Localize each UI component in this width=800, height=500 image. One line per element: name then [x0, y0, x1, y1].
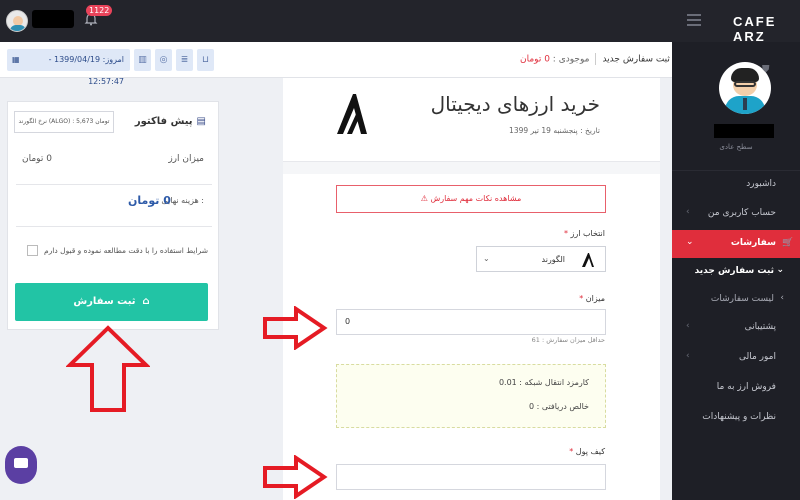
- top-bar: 1122 CAFE ARZ: [0, 0, 800, 44]
- required-mark: *: [563, 229, 568, 238]
- balance-label: موجودی :: [552, 54, 590, 65]
- chevron-left-icon: ‹: [686, 321, 690, 331]
- divider: [16, 184, 212, 185]
- currency-select[interactable]: الگورند ⌄: [476, 246, 606, 272]
- submit-order-label: ثبت سفارش: [73, 296, 136, 307]
- chevron-down-icon: ⌄: [483, 254, 490, 263]
- terms-checkbox[interactable]: [27, 245, 39, 256]
- sidebar-subitem-label: لیست سفارشات: [710, 294, 774, 304]
- toolbar: ▦ امروز: 1399/04/19 - 12:57:47 ▥ ◎ ≣ ⊔ ث…: [0, 42, 672, 86]
- balance-display: موجودی : 0 تومان: [520, 55, 589, 65]
- page-title: خرید ارزهای دیجیتال: [430, 92, 600, 116]
- final-cost-value: 0 تومان: [128, 194, 171, 207]
- sidebar-subitem-new-order[interactable]: ⌄ ثبت سفارش جدید: [672, 259, 800, 285]
- sidebar-item-label: نظرات و پیشنهادات: [702, 412, 776, 422]
- min-order-hint: حداقل میزان سفارش : 61: [531, 336, 605, 344]
- stack-icon[interactable]: ≣: [176, 49, 193, 71]
- chevron-down-icon: ⌄: [776, 265, 784, 275]
- sidebar-item-support[interactable]: ‹ پشتیبانی: [672, 314, 800, 342]
- notification-badge: 1122: [86, 5, 113, 16]
- profile-section: ⛊ سطح عادی: [672, 42, 800, 170]
- wallet-label-text: کیف پول: [575, 447, 605, 456]
- algorand-logo-icon: [337, 94, 367, 134]
- balance-value: 0 تومان: [520, 54, 550, 65]
- menu-toggle-icon[interactable]: [687, 14, 701, 26]
- chevron-down-icon: ⌄: [686, 237, 694, 247]
- sidebar-item-account[interactable]: ‹ حساب کاربری من: [672, 200, 800, 228]
- logo[interactable]: CAFE ARZ: [733, 14, 800, 44]
- cart-icon[interactable]: ⊔: [197, 49, 214, 71]
- algorand-icon: [582, 253, 594, 267]
- chat-icon[interactable]: ◎: [155, 49, 172, 71]
- sidebar-item-label: پشتیبانی: [744, 322, 776, 332]
- order-form-card: خرید ارزهای دیجیتال تاریخ : پنجشنبه 19 ت…: [283, 78, 660, 500]
- sidebar-subitem-order-list[interactable]: ‹ لیست سفارشات: [672, 287, 800, 313]
- page-breadcrumb: ثبت سفارش جدید: [602, 54, 670, 65]
- redacted-profile-name: [714, 124, 774, 138]
- amount-label-text: میزان: [585, 294, 605, 303]
- chart-icon[interactable]: ▥: [134, 49, 151, 71]
- submit-order-button[interactable]: ثبت سفارش ⌂: [15, 283, 208, 321]
- alert-text: مشاهده نکات مهم سفارش: [430, 194, 522, 203]
- arrow-right-annotation: [263, 455, 328, 499]
- sidebar-item-sell-currency[interactable]: فروش ارز به ما: [672, 374, 800, 402]
- user-level: سطح عادی: [719, 143, 753, 151]
- chevron-left-icon: ‹: [686, 207, 690, 217]
- currency-select-value: الگورند: [541, 255, 566, 264]
- arrow-right-annotation: [263, 306, 328, 350]
- chat-icon: [14, 458, 28, 468]
- breadcrumb: ثبت سفارش جدید موجودی : 0 تومان: [520, 53, 670, 65]
- date-time-display: ▦ امروز: 1399/04/19 - 12:57:47: [7, 49, 130, 86]
- order-notes-alert[interactable]: مشاهده نکات مهم سفارش ⚠: [336, 185, 606, 213]
- wallet-input[interactable]: [336, 464, 606, 490]
- sidebar-item-label: سفارشات: [730, 238, 776, 248]
- network-fee: کارمزد انتقال شبکه : 0.01: [498, 378, 589, 387]
- redacted-username: [32, 10, 74, 28]
- fee-summary-box: کارمزد انتقال شبکه : 0.01 خالص دریافتی :…: [336, 364, 606, 428]
- sidebar: ⛊ سطح عادی داشبورد ‹ حساب کاربری من ⌄ سف…: [672, 42, 800, 500]
- form-header: خرید ارزهای دیجیتال تاریخ : پنجشنبه 19 ت…: [283, 78, 660, 162]
- sidebar-item-orders[interactable]: ⌄ سفارشات 🛒: [672, 230, 800, 258]
- pre-invoice-card: ▤پیش فاکتور نرخ الگورند (ALGO) : 5,673 ت…: [7, 101, 219, 330]
- sidebar-item-label: حساب کاربری من: [707, 208, 776, 218]
- exchange-rate-box: نرخ الگورند (ALGO) : 5,673 تومان: [14, 111, 114, 133]
- sidebar-item-label: داشبورد: [746, 179, 776, 189]
- currency-label: انتخاب ارز *: [564, 229, 605, 238]
- amount-field-label: میزان *: [579, 294, 605, 303]
- cart-icon: 🛒: [782, 238, 794, 248]
- sidebar-item-label: امور مالی: [739, 352, 776, 362]
- amount-input[interactable]: 0: [336, 309, 606, 335]
- amount-value: 0 تومان: [22, 154, 52, 164]
- chevron-left-icon: ‹: [686, 351, 690, 361]
- terms-row[interactable]: شرایط استفاده را با دقت مطالعه نموده و ق…: [27, 245, 208, 256]
- user-avatar[interactable]: [6, 10, 28, 32]
- page-date: تاریخ : پنجشنبه 19 تیر 1399: [509, 126, 600, 135]
- warning-icon: ⚠: [420, 194, 428, 203]
- sidebar-item-dashboard[interactable]: داشبورد: [672, 171, 800, 199]
- basket-icon: ⌂: [139, 296, 150, 307]
- sidebar-item-finance[interactable]: ‹ امور مالی: [672, 344, 800, 372]
- date-text: امروز: 1399/04/19 - 12:57:47: [48, 55, 124, 86]
- amount-label: میزان ارز: [168, 154, 204, 164]
- section-gap: [283, 162, 660, 174]
- net-received: خالص دریافتی : 0: [528, 402, 589, 411]
- arrow-up-annotation: [66, 325, 150, 412]
- sidebar-subitem-label: ثبت سفارش جدید: [694, 266, 774, 276]
- currency-label-text: انتخاب ارز: [570, 229, 606, 238]
- wallet-label: کیف پول *: [569, 447, 605, 456]
- required-mark: *: [579, 294, 584, 303]
- sidebar-item-feedback[interactable]: نظرات و پیشنهادات: [672, 404, 800, 432]
- pre-invoice-title-text: پیش فاکتور: [134, 116, 193, 127]
- document-icon: ▤: [196, 116, 206, 127]
- calendar-icon: ▦: [12, 55, 20, 64]
- chat-widget-button[interactable]: [5, 446, 37, 484]
- shield-icon: ⛊: [762, 64, 770, 75]
- divider: [16, 226, 212, 227]
- chevron-left-icon: ‹: [780, 293, 784, 303]
- terms-label: شرایط استفاده را با دقت مطالعه نموده و ق…: [44, 246, 208, 255]
- sidebar-item-label: فروش ارز به ما: [716, 382, 776, 392]
- required-mark: *: [569, 447, 574, 456]
- pre-invoice-title: ▤پیش فاکتور: [135, 116, 206, 127]
